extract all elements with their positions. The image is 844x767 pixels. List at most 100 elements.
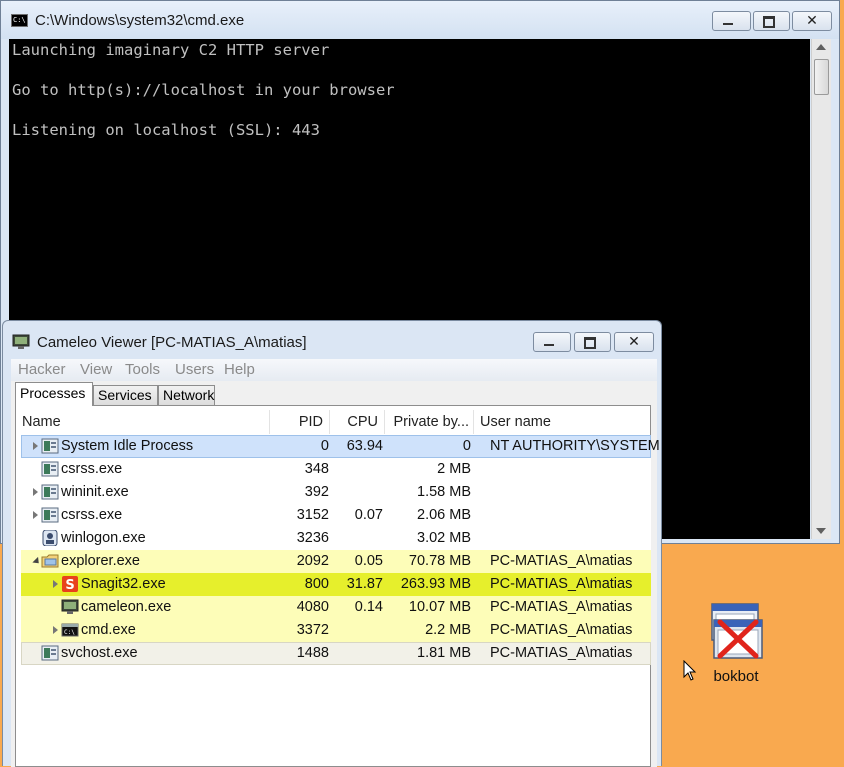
process-name: explorer.exe: [61, 553, 140, 569]
process-name: svchost.exe: [61, 645, 138, 661]
column-header-user-name[interactable]: User name: [474, 410, 650, 434]
process-user-name: [490, 527, 650, 550]
close-button[interactable]: ✕: [792, 11, 832, 31]
process-name: csrss.exe: [61, 507, 123, 523]
process-private-bytes: 2.2 MB: [425, 622, 471, 638]
service-icon: [41, 484, 59, 500]
process-pid: 1488: [296, 645, 329, 661]
table-row[interactable]: svchost.exe 1488 1.81 MB PC-MATIAS_A\matias: [21, 642, 651, 665]
process-private-bytes: 0: [462, 438, 471, 454]
process-private-bytes: 10.07 MB: [408, 599, 471, 615]
column-header-name[interactable]: Name: [16, 410, 270, 434]
cmd-titlebar[interactable]: C:\. C:\Windows\system32\cmd.exe ✕: [1, 1, 839, 39]
process-user-name: PC-MATIAS_A\matias: [490, 553, 633, 569]
process-cpu: [333, 527, 383, 550]
table-row[interactable]: System Idle Process 0 63.94 0 NT AUTHORITY\S…: [21, 435, 660, 458]
expand-arrow-icon[interactable]: [33, 442, 38, 450]
cameleo-viewer-window[interactable]: Cameleo Viewer [PC-MATIAS_A\matias] ✕ Ha…: [2, 320, 662, 767]
process-cpu: 0.07: [354, 507, 383, 523]
process-name: wininit.exe: [61, 484, 129, 500]
menu-hacker[interactable]: Hacker: [18, 361, 66, 378]
process-private-bytes: 2.06 MB: [417, 507, 471, 523]
cmd-scrollbar[interactable]: [811, 39, 831, 539]
scrollbar-thumb[interactable]: [814, 59, 829, 95]
menu-users[interactable]: Users: [175, 361, 214, 378]
close-icon: ✕: [628, 334, 640, 350]
cameleon-icon: [61, 599, 79, 615]
cameleo-titlebar[interactable]: Cameleo Viewer [PC-MATIAS_A\matias] ✕: [3, 321, 661, 357]
process-user-name: NT AUTHORITY\SYSTEM: [490, 438, 660, 454]
table-row[interactable]: winlogon.exe 3236 3.02 MB: [21, 527, 651, 550]
cmd-app-icon: C:\.: [11, 14, 28, 27]
process-name: csrss.exe: [61, 461, 123, 477]
process-pid: 4080: [296, 599, 329, 615]
process-pid: 800: [304, 576, 329, 592]
process-private-bytes: 2 MB: [437, 461, 471, 477]
table-row[interactable]: S Snagit32.exe 800 31.87 263.93 MB PC-MATIAS_…: [21, 573, 651, 596]
column-header-private-bytes[interactable]: Private by...: [385, 410, 474, 434]
expand-arrow-icon[interactable]: [53, 580, 58, 588]
menu-bar: Hacker View Tools Users Help: [11, 359, 657, 381]
console-line: ​: [12, 60, 810, 80]
process-pid: 3152: [296, 507, 329, 523]
process-pid: 0: [320, 438, 329, 454]
menu-tools[interactable]: Tools: [125, 361, 160, 378]
table-row[interactable]: wininit.exe 392 1.58 MB: [21, 481, 651, 504]
process-user-name: [490, 458, 650, 481]
desktop-icon-bokbot[interactable]: bokbot: [700, 602, 772, 692]
folder-icon: [41, 553, 59, 569]
process-cpu: [333, 481, 383, 504]
process-cpu: 63.94: [346, 438, 383, 454]
scroll-down-arrow-icon[interactable]: [816, 528, 826, 534]
process-name: cmd.exe: [81, 622, 136, 638]
close-icon: ✕: [806, 13, 818, 29]
table-row[interactable]: csrss.exe 348 2 MB: [21, 458, 651, 481]
tab-network[interactable]: Network: [158, 385, 215, 405]
process-private-bytes: 263.93 MB: [400, 576, 471, 592]
console-line: Listening on localhost (SSL): 443: [12, 121, 320, 139]
table-row[interactable]: cameleon.exe 4080 0.14 10.07 MB PC-MATIAS_A\…: [21, 596, 651, 619]
service-icon: [41, 461, 59, 477]
close-button[interactable]: ✕: [614, 332, 654, 352]
bokbot-icon: [711, 603, 763, 659]
process-cpu: [333, 619, 383, 642]
tab-services[interactable]: Services: [93, 385, 158, 405]
menu-help[interactable]: Help: [224, 361, 255, 378]
column-header-cpu[interactable]: CPU: [330, 410, 385, 434]
maximize-button[interactable]: [753, 11, 790, 31]
process-user-name: [490, 504, 650, 527]
minimize-button[interactable]: [712, 11, 751, 31]
tab-processes[interactable]: Processes: [15, 382, 93, 406]
minimize-button[interactable]: [533, 332, 571, 352]
cmd-window-title: C:\Windows\system32\cmd.exe: [35, 12, 245, 29]
winlogon-icon: [41, 529, 59, 547]
expand-arrow-icon[interactable]: [33, 488, 38, 496]
process-user-name: PC-MATIAS_A\matias: [490, 576, 633, 592]
process-list[interactable]: Name PID CPU Private by... User name Sys…: [15, 405, 660, 767]
svg-text:S: S: [65, 578, 74, 592]
table-row[interactable]: csrss.exe 3152 0.07 2.06 MB: [21, 504, 651, 527]
menu-view[interactable]: View: [80, 361, 112, 378]
table-row[interactable]: C:\ cmd.exe 3372 2.2 MB PC-MATIAS_A\matias: [21, 619, 651, 642]
desktop-icon-label: bokbot: [713, 668, 759, 685]
expand-arrow-icon[interactable]: [53, 626, 58, 634]
service-icon: [41, 507, 59, 523]
cameleo-window-title: Cameleo Viewer [PC-MATIAS_A\matias]: [37, 334, 307, 351]
service-icon: [41, 438, 59, 454]
process-user-name: PC-MATIAS_A\matias: [490, 622, 633, 638]
process-name: winlogon.exe: [61, 530, 146, 546]
expand-arrow-icon[interactable]: [33, 511, 38, 519]
cmd-icon: C:\: [61, 622, 79, 638]
snagit-icon: S: [61, 576, 79, 593]
process-user-name: PC-MATIAS_A\matias: [490, 645, 633, 661]
process-private-bytes: 1.81 MB: [417, 645, 471, 661]
process-private-bytes: 1.58 MB: [417, 484, 471, 500]
column-header-pid[interactable]: PID: [270, 410, 330, 434]
scroll-up-arrow-icon[interactable]: [816, 44, 826, 50]
process-private-bytes: 70.78 MB: [408, 553, 471, 569]
maximize-button[interactable]: [574, 332, 611, 352]
svg-text:C:\: C:\: [64, 629, 75, 636]
process-cpu: 0.05: [354, 553, 383, 569]
cameleo-app-icon: [12, 334, 30, 349]
table-row[interactable]: explorer.exe 2092 0.05 70.78 MB PC-MATIAS_A\…: [21, 550, 651, 573]
